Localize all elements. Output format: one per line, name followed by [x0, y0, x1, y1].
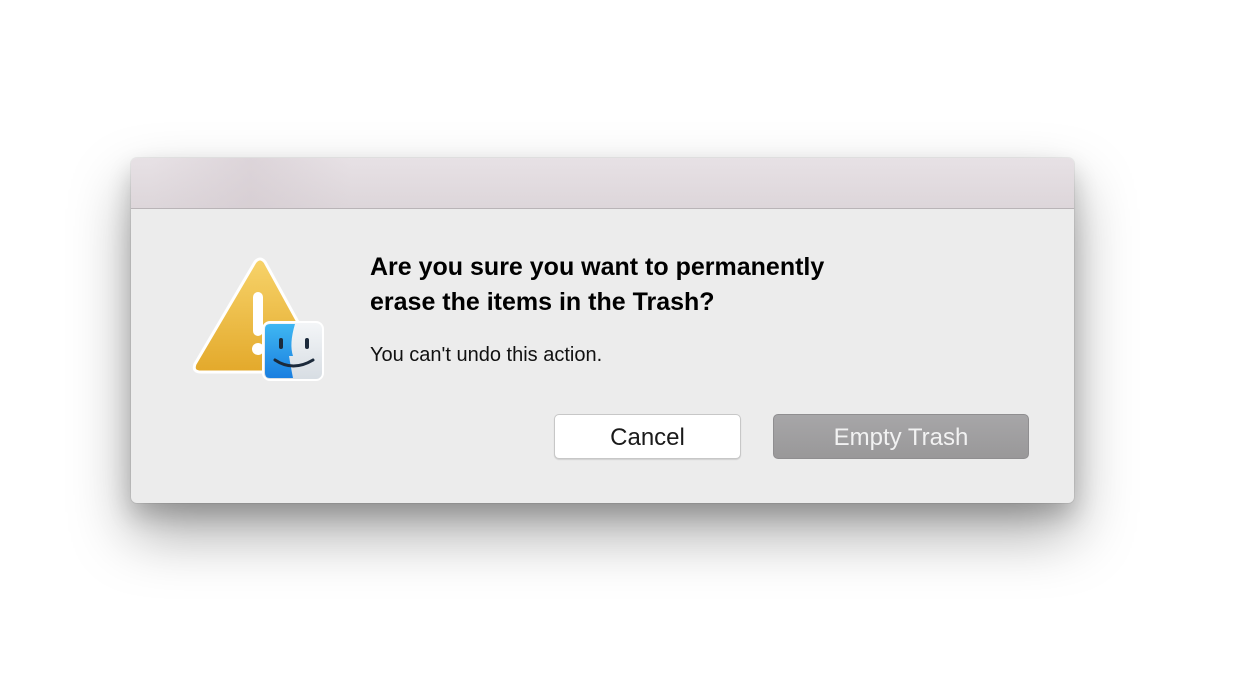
desktop-background: Are you sure you want to permanently era…	[0, 0, 1244, 674]
empty-trash-button[interactable]: Empty Trash	[773, 414, 1029, 459]
dialog-message: You can't undo this action.	[370, 344, 603, 366]
warning-finder-icon	[191, 256, 325, 382]
cancel-button[interactable]: Cancel	[554, 414, 741, 459]
dialog-headline: Are you sure you want to permanently era…	[370, 250, 1010, 320]
dialog-titlebar[interactable]	[131, 158, 1074, 209]
empty-trash-dialog: Are you sure you want to permanently era…	[131, 158, 1074, 503]
dialog-headline-line-1: Are you sure you want to permanently	[370, 253, 825, 281]
dialog-headline-line-2: erase the items in the Trash?	[370, 288, 715, 316]
